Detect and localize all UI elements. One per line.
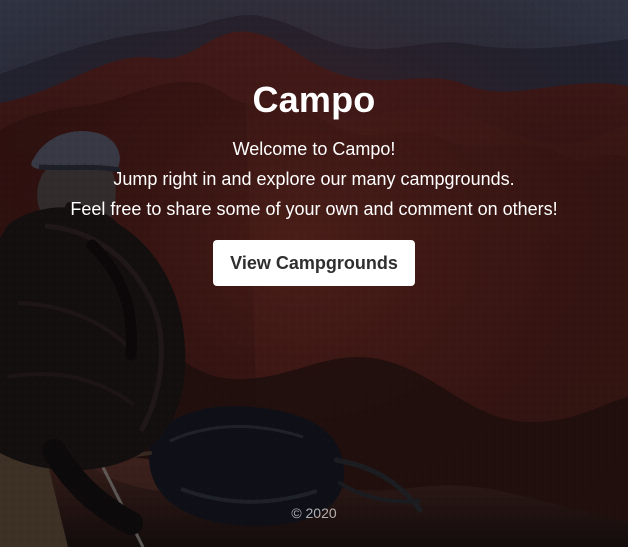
page-title: Campo xyxy=(252,79,376,120)
copyright-footer: © 2020 xyxy=(291,505,337,521)
welcome-text: Welcome to Campo! xyxy=(232,139,396,159)
share-text: Feel free to share some of your own and … xyxy=(70,199,558,219)
hero-description: Welcome to Campo! Jump right in and expl… xyxy=(0,134,628,224)
hero-content: Campo Welcome to Campo! Jump right in an… xyxy=(0,78,628,286)
explore-text: Jump right in and explore our many campg… xyxy=(113,169,515,189)
view-campgrounds-button[interactable]: View Campgrounds xyxy=(213,240,415,286)
landing-hero: Campo Welcome to Campo! Jump right in an… xyxy=(0,0,628,547)
